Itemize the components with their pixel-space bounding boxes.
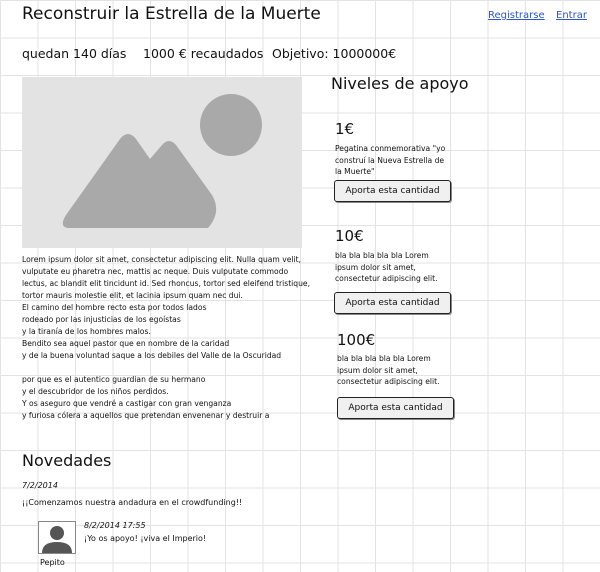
comment-author: Pepito bbox=[40, 558, 65, 567]
tier-description: Pegatina conmemorativa "yo construí la N… bbox=[335, 144, 446, 176]
image-placeholder-icon bbox=[62, 94, 262, 228]
comment-text: ¡Yo os apoyo! ¡viva el Imperio! bbox=[84, 534, 207, 543]
hero-image bbox=[22, 77, 302, 248]
tier-description: bla bla bla bla bla Lorem ipsum dolor si… bbox=[337, 354, 440, 386]
news-date: 7/2/2014 bbox=[22, 481, 58, 490]
contribute-10-button[interactable]: Aporta esta cantidad bbox=[334, 292, 451, 314]
amount-raised: 1000 € recaudados bbox=[143, 46, 264, 61]
site-title: Reconstruir la Estrella de la Muerte bbox=[22, 4, 321, 24]
register-link[interactable]: Registrarse bbox=[488, 10, 545, 21]
contribute-100-button[interactable]: Aporta esta cantidad bbox=[337, 397, 454, 419]
contribute-1-button[interactable]: Aporta esta cantidad bbox=[334, 180, 451, 202]
tier-amount: 100€ bbox=[337, 331, 376, 349]
support-levels-title: Niveles de apoyo bbox=[331, 74, 469, 93]
comment-date: 8/2/2014 17:55 bbox=[84, 521, 146, 530]
user-avatar-icon bbox=[38, 521, 76, 554]
news-text: ¡¡Comenzamos nuestra andadura en el crow… bbox=[22, 498, 243, 507]
tier-amount: 1€ bbox=[335, 120, 355, 138]
login-link[interactable]: Entrar bbox=[556, 10, 587, 21]
tier-description: bla bla bla bla bla Lorem ipsum dolor si… bbox=[335, 251, 438, 283]
days-left: quedan 140 días bbox=[22, 46, 127, 61]
project-description: Lorem ipsum dolor sit amet, consectetur … bbox=[22, 255, 311, 420]
tier-amount: 10€ bbox=[335, 227, 364, 245]
funding-goal: Objetivo: 1000000€ bbox=[272, 46, 397, 61]
news-title: Novedades bbox=[22, 451, 112, 470]
